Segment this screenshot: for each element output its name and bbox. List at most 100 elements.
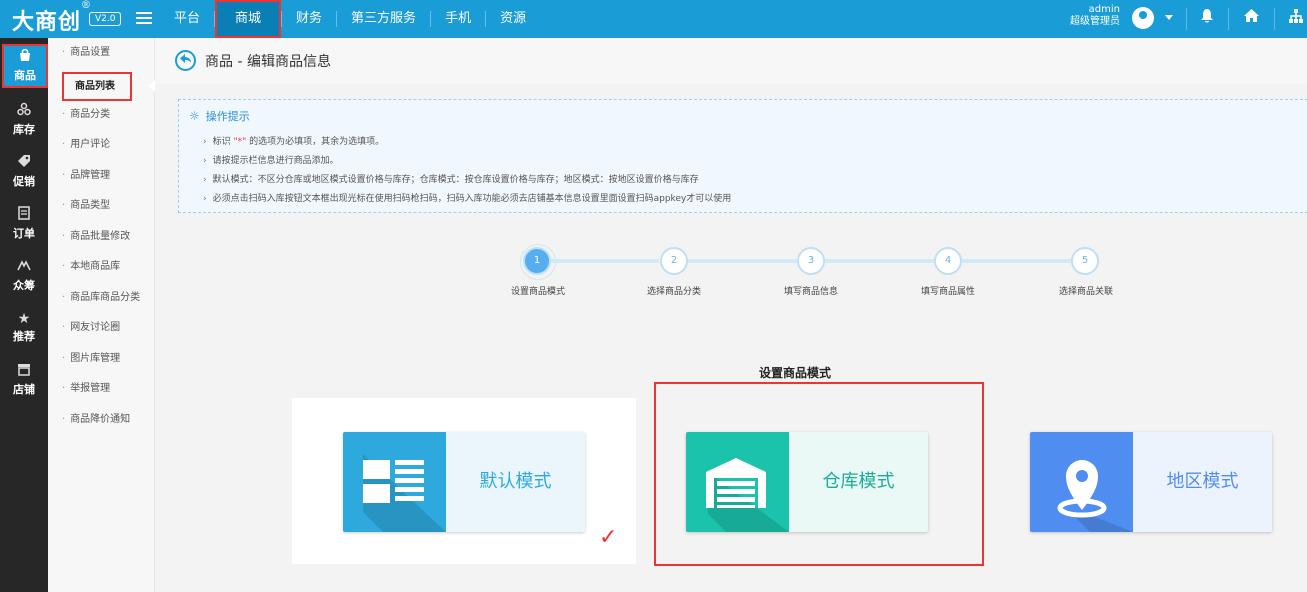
step-1-label: 设置商品模式 xyxy=(510,287,565,297)
submenu-item-gallery[interactable]: 图片库管理 xyxy=(48,344,155,374)
submenu-item-reports[interactable]: 举报管理 xyxy=(48,374,155,404)
step-3-circle[interactable]: 3 xyxy=(797,247,825,275)
toolbar-divider xyxy=(1186,8,1187,30)
submenu-item-goods-list[interactable]: 商品列表 xyxy=(62,72,132,101)
sitemap-icon[interactable] xyxy=(1288,8,1304,28)
tag-icon xyxy=(0,154,48,173)
mode-card-region[interactable]: 地区模式 xyxy=(1030,432,1272,532)
step-5-circle[interactable]: 5 xyxy=(1071,247,1099,275)
step-2-circle[interactable]: 2 xyxy=(660,247,688,275)
sidebar-item-store[interactable]: 店铺 xyxy=(0,356,48,408)
submenu-item-reviews[interactable]: 用户评论 xyxy=(48,130,155,160)
step-connector xyxy=(825,259,935,263)
page-title: 商品 - 编辑商品信息 xyxy=(205,54,331,70)
lightbulb-icon: ☼ xyxy=(189,109,200,123)
tip-text: 标识 xyxy=(212,137,231,147)
tips-panel: ☼ 操作提示 标识 "*" 的选项为必填项，其余为选填项。 请按提示栏信息进行商品… xyxy=(178,99,1307,213)
avatar[interactable] xyxy=(1132,7,1154,29)
user-info[interactable]: admin 超级管理员 xyxy=(1070,4,1120,28)
step-connector xyxy=(549,259,659,263)
toolbar-divider xyxy=(1274,8,1275,30)
left-sidebar: 商品 库存 促销 订单 众筹 ★ 推荐 店铺 xyxy=(0,38,54,592)
sidebar-item-crowdfund[interactable]: 众筹 xyxy=(0,252,48,304)
brand-logo[interactable]: 大商创® xyxy=(12,0,92,36)
submenu-item-batch-edit[interactable]: 商品批量修改 xyxy=(48,222,155,252)
stock-icon xyxy=(0,102,48,121)
step-2-label: 选择商品分类 xyxy=(646,287,701,297)
sidebar-label: 库存 xyxy=(13,123,35,136)
submenu: 商品设置 商品列表 商品分类 用户评论 品牌管理 商品类型 商品批量修改 本地商… xyxy=(48,38,155,592)
submenu-item-library-category[interactable]: 商品库商品分类 xyxy=(48,283,155,313)
sidebar-label: 促销 xyxy=(13,175,35,188)
order-icon xyxy=(0,206,48,225)
bag-icon xyxy=(4,48,46,67)
mode-label: 默认模式 xyxy=(479,471,552,492)
tip-line: 默认模式：不区分仓库或地区模式设置价格与库存；仓库模式：按仓库设置价格与库存；地… xyxy=(203,172,699,185)
tips-title: 操作提示 xyxy=(205,110,250,123)
step-5-label: 选择商品关联 xyxy=(1058,287,1113,297)
menu-toggle-icon[interactable] xyxy=(136,12,152,26)
step-3-label: 填写商品信息 xyxy=(783,287,838,297)
checkmark-icon: ✓ xyxy=(599,525,618,550)
nav-item-third-party[interactable]: 第三方服务 xyxy=(337,0,430,38)
location-pin-icon xyxy=(1030,432,1133,532)
highlight-box xyxy=(654,382,984,566)
user-role: 超级管理员 xyxy=(1070,16,1120,27)
submenu-item-local-library[interactable]: 本地商品库 xyxy=(48,252,155,282)
step-4-label: 填写商品属性 xyxy=(920,287,975,297)
crowdfund-icon xyxy=(0,258,48,277)
submenu-item-brands[interactable]: 品牌管理 xyxy=(48,161,155,191)
user-name: admin xyxy=(1088,4,1120,15)
step-connector xyxy=(687,259,797,263)
top-nav: 平台 商城 财务 第三方服务 手机 资源 xyxy=(160,0,540,38)
home-icon[interactable] xyxy=(1243,8,1260,27)
submenu-item-goods-settings[interactable]: 商品设置 xyxy=(48,38,155,68)
submenu-item-types[interactable]: 商品类型 xyxy=(48,191,155,221)
submenu-item-discussion[interactable]: 网友讨论圈 xyxy=(48,313,155,343)
nav-item-mobile[interactable]: 手机 xyxy=(431,0,485,38)
sidebar-label: 商品 xyxy=(14,69,36,82)
sidebar-item-promo[interactable]: 促销 xyxy=(0,148,48,200)
bell-icon[interactable] xyxy=(1200,8,1214,28)
submenu-active-indicator xyxy=(148,80,155,92)
registered-mark: ® xyxy=(81,0,93,11)
sidebar-label: 众筹 xyxy=(13,279,35,292)
step-progress: 1 设置商品模式 2 选择商品分类 3 填写商品信息 4 填写商品属性 5 选择… xyxy=(155,242,1307,302)
tip-text: 的选项为必填项，其余为选填项。 xyxy=(249,137,385,147)
store-icon xyxy=(0,362,48,381)
top-bar: 大商创® V2.0 平台 商城 财务 第三方服务 手机 资源 admin 超级管… xyxy=(0,0,1307,38)
sidebar-item-stock[interactable]: 库存 xyxy=(0,96,48,148)
nav-item-platform[interactable]: 平台 xyxy=(160,0,214,38)
mode-label: 地区模式 xyxy=(1166,471,1239,492)
chevron-down-icon[interactable] xyxy=(1165,15,1173,20)
step-connector xyxy=(962,259,1072,263)
page-header: 商品 - 编辑商品信息 xyxy=(155,38,1307,84)
mode-section-title: 设置商品模式 xyxy=(759,366,832,380)
tip-line: 请按提示栏信息进行商品添加。 xyxy=(203,153,339,166)
required-mark: "*" xyxy=(233,137,247,147)
tip-line: 必须点击扫码入库按钮文本框出现光标在使用扫码枪扫码，扫码入库功能必须去店铺基本信… xyxy=(203,191,732,204)
sidebar-label: 店铺 xyxy=(13,383,35,396)
version-badge: V2.0 xyxy=(89,12,122,26)
sidebar-label: 推荐 xyxy=(13,330,35,343)
submenu-item-category[interactable]: 商品分类 xyxy=(48,100,155,130)
toolbar-divider xyxy=(1228,8,1229,30)
logo-text: 大商创 xyxy=(12,9,82,35)
nav-item-mall[interactable]: 商城 xyxy=(215,0,282,38)
sidebar-item-goods[interactable]: 商品 xyxy=(2,44,48,88)
step-4-circle[interactable]: 4 xyxy=(934,247,962,275)
step-1-circle[interactable]: 1 xyxy=(520,244,556,280)
nav-item-resources[interactable]: 资源 xyxy=(486,0,540,38)
mode-panel-region: 地区模式 xyxy=(980,398,1307,564)
mode-card-default[interactable]: 默认模式 xyxy=(343,432,585,532)
submenu-item-price-notice[interactable]: 商品降价通知 xyxy=(48,405,155,435)
star-icon: ★ xyxy=(17,311,31,327)
sidebar-item-recommend[interactable]: ★ 推荐 xyxy=(0,304,48,356)
mode-panel-default: 默认模式 xyxy=(292,398,636,564)
sidebar-item-orders[interactable]: 订单 xyxy=(0,200,48,252)
nav-item-finance[interactable]: 财务 xyxy=(282,0,336,38)
tips-header: ☼ 操作提示 xyxy=(189,108,250,124)
sidebar-label: 订单 xyxy=(13,227,35,240)
back-arrow-icon[interactable] xyxy=(175,50,196,71)
list-layout-icon xyxy=(343,432,446,532)
